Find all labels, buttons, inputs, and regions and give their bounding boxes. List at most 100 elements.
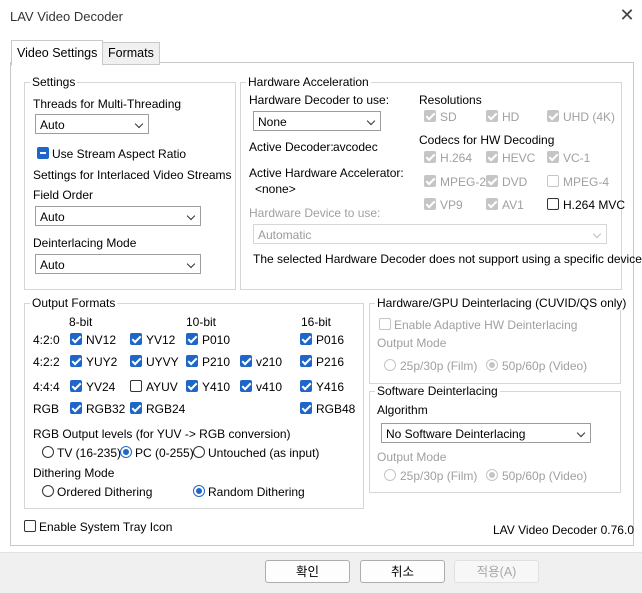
active-accel-value: <none> — [255, 182, 296, 196]
hw-decoder-label: Hardware Decoder to use: — [249, 93, 390, 107]
fmt-yuy2-label: YUY2 — [86, 355, 118, 369]
interlaced-header: Settings for Interlaced Video Streams — [33, 168, 232, 182]
adaptive-hw-checkbox[interactable] — [379, 318, 391, 330]
res-uhd-label: UHD (4K) — [563, 110, 616, 124]
fmt-v410-checkbox[interactable] — [240, 380, 252, 392]
hw-mode-film-radio[interactable] — [384, 359, 396, 371]
header-10bit: 10-bit — [186, 315, 217, 329]
header-8bit: 8-bit — [69, 315, 93, 329]
res-hd-checkbox[interactable] — [486, 110, 498, 122]
cancel-button[interactable]: 취소 — [360, 560, 445, 583]
codec-vc1-checkbox[interactable] — [547, 151, 559, 163]
fmt-nv12-label: NV12 — [86, 333, 117, 347]
codec-hevc-label: HEVC — [502, 151, 536, 165]
chevron-down-icon — [186, 259, 196, 269]
codec-av1-checkbox[interactable] — [486, 198, 498, 210]
sw-deint-label: Software Deinterlacing — [375, 384, 500, 398]
level-tv-label: TV (16-235) — [57, 446, 122, 460]
codec-dvd-checkbox[interactable] — [486, 175, 498, 187]
fmt-y410-label: Y410 — [202, 380, 231, 394]
chevron-down-icon — [366, 116, 376, 126]
fmt-yv12-checkbox[interactable] — [130, 333, 142, 345]
resolutions-label: Resolutions — [419, 93, 482, 107]
fmt-p210-label: P210 — [202, 355, 231, 369]
dither-ordered-label: Ordered Dithering — [57, 485, 153, 499]
row-rgb: RGB — [33, 402, 60, 416]
dither-label: Dithering Mode — [33, 466, 115, 480]
tray-icon-checkbox[interactable] — [24, 520, 36, 532]
fmt-p210-checkbox[interactable] — [186, 355, 198, 367]
res-sd-checkbox[interactable] — [424, 110, 436, 122]
codec-h264mvc-label: H.264 MVC — [563, 198, 626, 212]
dither-ordered-radio[interactable] — [42, 485, 54, 497]
codec-h264mvc-checkbox[interactable] — [547, 198, 559, 210]
fmt-uyvy-checkbox[interactable] — [130, 355, 142, 367]
level-tv-radio[interactable] — [42, 446, 54, 458]
rgb-levels-label: RGB Output levels (for YUV -> RGB conver… — [33, 427, 291, 441]
fmt-ayuv-checkbox[interactable] — [130, 380, 142, 392]
hw-mode-film-label: 25p/30p (Film) — [400, 359, 478, 373]
close-icon[interactable]: ✕ — [618, 6, 636, 24]
codec-av1-label: AV1 — [502, 198, 524, 212]
sw-mode-video-radio[interactable] — [486, 469, 498, 481]
hw-device-select[interactable]: Automatic — [253, 224, 607, 244]
hw-decoder-select[interactable]: None — [253, 111, 381, 131]
fmt-p216-checkbox[interactable] — [300, 355, 312, 367]
codec-h264-checkbox[interactable] — [424, 151, 436, 163]
codec-mpeg2-checkbox[interactable] — [424, 175, 436, 187]
fmt-rgb32-checkbox[interactable] — [70, 402, 82, 414]
settings-group-label: Settings — [30, 75, 78, 89]
fmt-y410-checkbox[interactable] — [186, 380, 198, 392]
tab-formats[interactable]: Formats — [102, 42, 160, 65]
fmt-p016-checkbox[interactable] — [300, 333, 312, 345]
adaptive-hw-label: Enable Adaptive HW Deinterlacing — [394, 318, 578, 332]
ok-button[interactable]: 확인 — [265, 560, 350, 583]
fmt-yv24-checkbox[interactable] — [70, 380, 82, 392]
hw-mode-video-radio[interactable] — [486, 359, 498, 371]
field-order-select[interactable]: Auto — [35, 206, 201, 226]
apply-button[interactable]: 적용(A) — [454, 560, 539, 583]
hw-device-note: The selected Hardware Decoder does not s… — [253, 252, 642, 266]
codec-hevc-checkbox[interactable] — [486, 151, 498, 163]
tray-icon-label: Enable System Tray Icon — [39, 520, 173, 534]
tab-video-settings[interactable]: Video Settings — [11, 40, 104, 66]
res-hd-label: HD — [502, 110, 520, 124]
fmt-p010-label: P010 — [202, 333, 231, 347]
hwaccel-group-label: Hardware Acceleration — [246, 75, 371, 89]
fmt-yv24-label: YV24 — [86, 380, 116, 394]
fmt-y416-label: Y416 — [316, 380, 345, 394]
sw-mode-film-label: 25p/30p (Film) — [400, 469, 478, 483]
fmt-v410-label: v410 — [256, 380, 283, 394]
fmt-rgb48-checkbox[interactable] — [300, 402, 312, 414]
level-pc-radio[interactable] — [120, 446, 132, 458]
level-untouched-radio[interactable] — [193, 446, 205, 458]
sw-mode-film-radio[interactable] — [384, 469, 396, 481]
dither-random-label: Random Dithering — [208, 485, 305, 499]
sw-mode-video-label: 50p/60p (Video) — [502, 469, 588, 483]
fmt-rgb32-label: RGB32 — [86, 402, 126, 416]
fmt-p010-checkbox[interactable] — [186, 333, 198, 345]
active-decoder-label: Active Decoder: — [249, 140, 334, 154]
deint-mode-select[interactable]: Auto — [35, 254, 201, 274]
chevron-down-icon — [576, 428, 586, 438]
fmt-yuy2-checkbox[interactable] — [70, 355, 82, 367]
output-formats-label: Output Formats — [30, 296, 118, 310]
level-pc-label: PC (0-255) — [135, 446, 194, 460]
fmt-y416-checkbox[interactable] — [300, 380, 312, 392]
threads-label: Threads for Multi-Threading — [33, 97, 182, 111]
field-order-label: Field Order — [33, 188, 94, 202]
stream-aspect-checkbox[interactable] — [37, 147, 49, 159]
algorithm-select[interactable]: No Software Deinterlacing — [381, 423, 591, 443]
fmt-p016-label: P016 — [316, 333, 345, 347]
dither-random-radio[interactable] — [193, 485, 205, 497]
res-uhd-checkbox[interactable] — [547, 110, 559, 122]
fmt-rgb24-checkbox[interactable] — [130, 402, 142, 414]
codec-mpeg4-checkbox[interactable] — [547, 175, 559, 187]
threads-select[interactable]: Auto — [35, 114, 149, 134]
fmt-v210-checkbox[interactable] — [240, 355, 252, 367]
fmt-nv12-checkbox[interactable] — [70, 333, 82, 345]
row-422: 4:2:2 — [33, 355, 60, 369]
fmt-rgb24-label: RGB24 — [146, 402, 186, 416]
res-sd-label: SD — [440, 110, 457, 124]
codec-vp9-checkbox[interactable] — [424, 198, 436, 210]
